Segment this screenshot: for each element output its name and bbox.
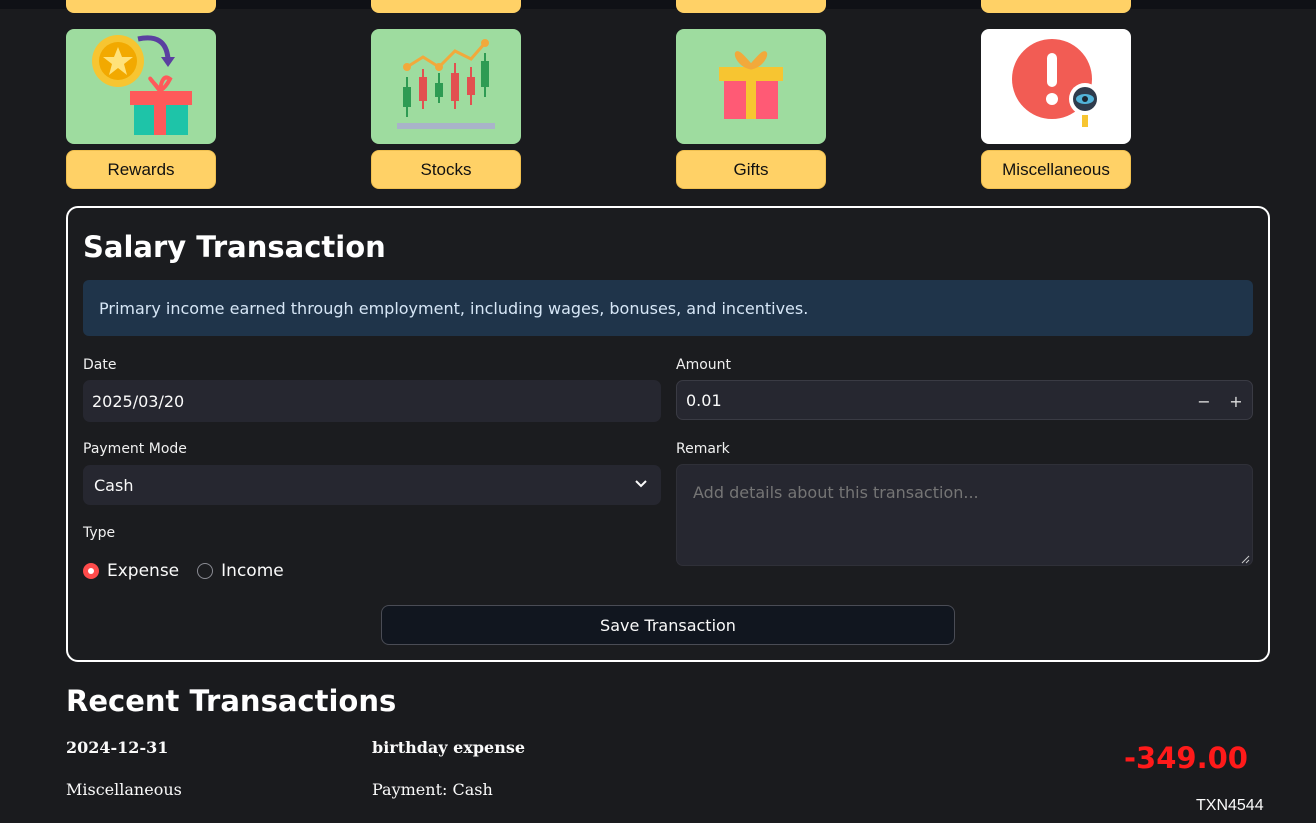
date-label: Date [83,357,117,373]
date-field[interactable] [83,380,661,422]
payment-mode-value: Cash [94,475,134,495]
stock-chart-icon [371,29,521,144]
category-description: Primary income earned through employment… [83,280,1253,336]
chevron-down-icon [635,480,647,488]
form-title: Salary Transaction [83,230,386,264]
transaction-date: 2024-12-31 [66,738,169,757]
transaction-payment: Payment: Cash [372,780,493,799]
category-miscellaneous-button[interactable]: Miscellaneous [981,150,1131,189]
transaction-category: Miscellaneous [66,780,182,799]
transaction-form: Salary Transaction Primary income earned… [66,206,1270,662]
category-miscellaneous: Miscellaneous [981,29,1131,189]
transaction-amount: -349.00 [1124,741,1248,775]
amount-label: Amount [676,357,732,373]
category-gifts-button[interactable]: Gifts [676,150,826,189]
radio-unselected-icon[interactable] [197,563,214,579]
category-gifts: Gifts [676,29,826,189]
radio-selected-icon[interactable] [83,563,99,579]
category-button-peek[interactable] [676,0,826,13]
type-option-label: Expense [107,561,180,581]
category-rewards-button[interactable]: Rewards [66,150,216,189]
amount-input[interactable] [686,390,1166,410]
remark-input[interactable] [676,464,1253,566]
alert-search-icon [981,29,1131,144]
type-label: Type [83,525,116,541]
category-stocks: Stocks [371,29,521,189]
decrement-button[interactable]: − [1188,381,1220,421]
date-input[interactable] [92,391,661,411]
type-radio-group: Expense Income [83,560,302,582]
payment-mode-select[interactable]: Cash [83,465,661,505]
recent-transactions-title: Recent Transactions [66,684,397,718]
save-transaction-button[interactable]: Save Transaction [381,605,955,645]
type-option-income[interactable]: Income [197,561,284,581]
transaction-id: TXN4544 [1196,797,1264,814]
payment-mode-label: Payment Mode [83,441,187,457]
type-option-expense[interactable]: Expense [83,561,179,581]
category-rewards: Rewards [66,29,216,189]
category-button-peek[interactable] [66,0,216,13]
gift-box-icon [676,29,826,144]
category-button-peek[interactable] [981,0,1131,13]
increment-button[interactable]: + [1220,381,1252,421]
reward-gift-icon [66,29,216,144]
type-option-label: Income [221,561,284,581]
amount-field[interactable]: − + [676,380,1253,420]
transaction-description: birthday expense [372,738,526,757]
category-grid: Rewards Stocks Gifts Miscellaneous [66,29,1131,190]
category-stocks-button[interactable]: Stocks [371,150,521,189]
remark-label: Remark [676,441,730,457]
category-button-peek[interactable] [371,0,521,13]
resize-handle-icon[interactable] [1241,555,1250,564]
